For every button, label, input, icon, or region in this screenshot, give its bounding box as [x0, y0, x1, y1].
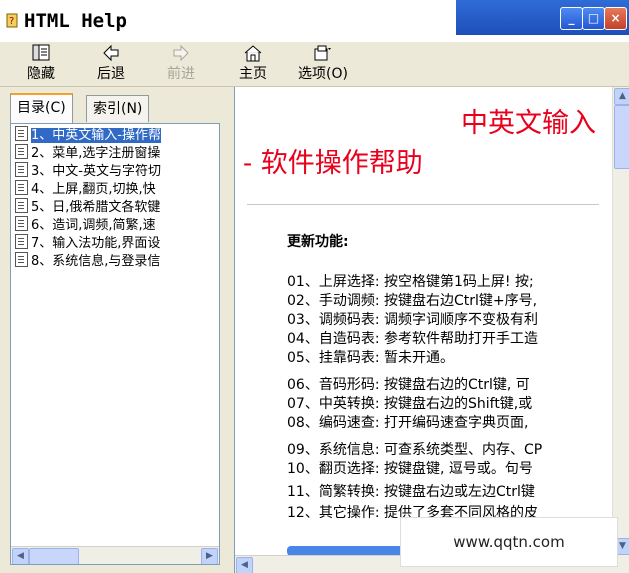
close-button[interactable]: × [604, 7, 627, 30]
title-bar: ? HTML Help _ □ × [0, 0, 629, 42]
hide-icon [32, 44, 50, 61]
tree-item[interactable]: 1、中英文输入-操作帮 [15, 126, 161, 144]
feature-line: 02、手动调频: 按键盘右边Ctrl键+序号, [287, 293, 538, 309]
tree-horizontal-scrollbar[interactable]: ◀ ▶ [11, 546, 219, 564]
tree-item-label: 4、上屏,翻页,切换,快 [31, 182, 156, 197]
topic-title-line2: - 软件操作帮助 [243, 148, 423, 179]
feature-line: 10、翻页选择: 按键盘键, 逗号或。句号 [287, 461, 533, 477]
page-icon [15, 162, 28, 177]
scroll-thumb[interactable] [29, 548, 79, 564]
back-arrow-icon [103, 44, 119, 62]
page-icon [15, 180, 28, 195]
tree-item-label: 8、系统信息,与登录信 [31, 254, 161, 269]
tree-item[interactable]: 8、系统信息,与登录信 [15, 252, 160, 270]
tree-item-label: 5、日,俄希腊文各软键 [31, 200, 161, 215]
forward-button[interactable]: 前进 [162, 44, 200, 84]
feature-line: 04、自造码表: 参考软件帮助打开手工造 [287, 331, 538, 347]
tree-item[interactable]: 3、中文-英文与字符切 [15, 162, 161, 180]
maximize-button[interactable]: □ [582, 7, 605, 30]
scroll-up-icon[interactable]: ▲ [614, 88, 629, 105]
feature-line: 01、上屏选择: 按空格键第1码上屏! 按; [287, 274, 534, 290]
scroll-thumb[interactable] [614, 105, 629, 169]
topic-content-pane: 中英文输入 - 软件操作帮助 更新功能: 01、上屏选择: 按空格键第1码上屏!… [234, 87, 629, 573]
contents-tree: 1、中英文输入-操作帮 2、菜单,选字注册窗操 3、中文-英文与字符切 4、上屏… [10, 123, 220, 565]
tree-item[interactable]: 2、菜单,选字注册窗操 [15, 144, 160, 162]
back-label: 后退 [97, 66, 125, 82]
tab-contents[interactable]: 目录(C) [10, 93, 73, 123]
page-icon [15, 216, 28, 231]
home-button[interactable]: 主页 [234, 44, 272, 84]
page-icon [15, 198, 28, 213]
tree-item[interactable]: 5、日,俄希腊文各软键 [15, 198, 160, 216]
scroll-left-icon[interactable]: ◀ [12, 548, 29, 564]
page-icon [15, 126, 28, 141]
tab-index[interactable]: 索引(N) [86, 95, 150, 122]
scroll-right-icon[interactable]: ▶ [201, 548, 218, 564]
feature-line: 06、音码形码: 按键盘右边的Ctrl键, 可 [287, 377, 530, 393]
tree-item-label: 3、中文-英文与字符切 [31, 164, 161, 179]
options-button[interactable]: 选项(O) [294, 44, 352, 84]
tree-item-label: 7、输入法功能,界面设 [31, 236, 161, 251]
feature-line: 07、中英转换: 按键盘右边的Shift键,或 [287, 396, 533, 412]
scroll-left-icon[interactable]: ◀ [236, 557, 253, 573]
tree-item[interactable]: 4、上屏,翻页,切换,快 [15, 180, 156, 198]
svg-text:?: ? [9, 16, 14, 27]
help-app-icon: ? [6, 13, 18, 28]
tree-item[interactable]: 7、输入法功能,界面设 [15, 234, 160, 252]
page-icon [15, 234, 28, 249]
back-button[interactable]: 后退 [92, 44, 130, 84]
tree-item[interactable]: 6、造词,调频,简繁,速 [15, 216, 156, 234]
options-icon [314, 45, 331, 61]
feature-line: 11、简繁转换: 按键盘右边或左边Ctrl键 [287, 484, 535, 500]
feature-line: 09、系统信息: 可查系统类型、内存、CP [287, 442, 543, 458]
caption-buttons: _ □ × [456, 0, 629, 35]
content-vertical-scrollbar[interactable]: ▲ ▼ [612, 87, 629, 573]
window-title: HTML Help [24, 10, 127, 32]
hide-label: 隐藏 [27, 66, 55, 82]
site-watermark: www.qqtn.com [400, 517, 618, 567]
feature-line: 03、调频码表: 调频字词顺序不变极有利 [287, 312, 538, 328]
forward-label: 前进 [167, 66, 195, 82]
topic-title-line1: 中英文输入 [461, 108, 596, 139]
forward-arrow-icon [173, 44, 189, 62]
home-label: 主页 [239, 66, 267, 82]
horizontal-rule [247, 204, 599, 205]
toolbar: 隐藏 后退 前进 主页 选项(O) [0, 42, 629, 87]
tree-item-label: 2、菜单,选字注册窗操 [31, 146, 161, 161]
hide-button[interactable]: 隐藏 [22, 44, 60, 84]
home-icon [244, 45, 262, 62]
tree-item-label: 6、造词,调频,简繁,速 [31, 218, 156, 233]
section-heading: 更新功能: [287, 234, 349, 250]
navigation-pane: 目录(C) 索引(N) 1、中英文输入-操作帮 2、菜单,选字注册窗操 3、中文… [0, 87, 230, 573]
page-icon [15, 252, 28, 267]
feature-line: 08、编码速查: 打开编码速查字典页面, [287, 415, 529, 431]
tree-item-label: 1、中英文输入-操作帮 [31, 128, 161, 143]
page-icon [15, 144, 28, 159]
options-label: 选项(O) [298, 66, 348, 82]
feature-line: 05、挂靠码表: 暂未开通。 [287, 350, 454, 366]
minimize-button[interactable]: _ [560, 7, 583, 30]
